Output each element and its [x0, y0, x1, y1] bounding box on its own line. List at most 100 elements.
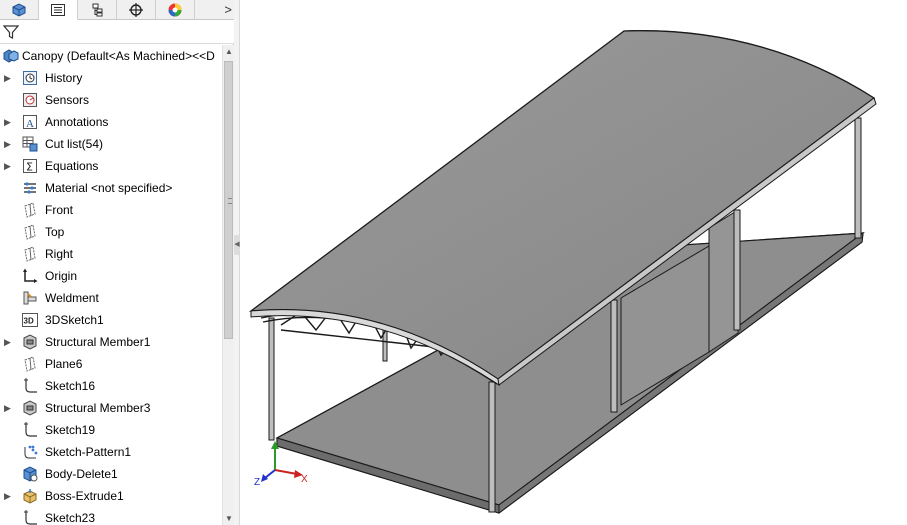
tree-item-body-delete1[interactable]: Body-Delete1: [0, 463, 222, 485]
plane-icon: [21, 245, 39, 263]
tree-item-history[interactable]: ▶ History: [0, 67, 222, 89]
tree-item-label: 3DSketch1: [45, 313, 104, 327]
expand-arrow-icon[interactable]: ▶: [4, 337, 11, 348]
sensors-icon: [21, 91, 39, 109]
plane-icon: [21, 201, 39, 219]
structural-member-icon: [21, 333, 39, 351]
triad-z-label: Z: [254, 477, 260, 488]
tree-item-top[interactable]: Top: [0, 221, 222, 243]
tree-item-annotations[interactable]: ▶ A Annotations: [0, 111, 222, 133]
material-icon: [21, 179, 39, 197]
feature-tree-icon: [12, 3, 26, 17]
tree-item-label: Annotations: [45, 115, 109, 129]
feature-tree: Canopy (Default<As Machined><<D ▶ History…: [0, 45, 222, 525]
tree-item-label: Top: [45, 225, 65, 239]
tree-root-part[interactable]: Canopy (Default<As Machined><<D: [0, 45, 222, 67]
sketch-icon: [21, 421, 39, 439]
tree-item-cut-list-54[interactable]: ▶ Cut list(54): [0, 133, 222, 155]
graphics-area[interactable]: X Z: [241, 0, 907, 525]
expand-arrow-icon[interactable]: ▶: [4, 491, 11, 502]
scroll-down-arrow[interactable]: ▼: [225, 514, 233, 523]
root-part-label: Canopy (Default<As Machined><<D: [22, 49, 215, 63]
tree-scrollbar[interactable]: ▲ ▼: [222, 45, 234, 525]
tree-item-label: Sketch16: [45, 379, 96, 393]
tree-item-label: History: [45, 71, 83, 85]
triad-x-label: X: [301, 474, 308, 485]
part-icon: [2, 47, 20, 65]
tree-item-label: Front: [45, 203, 74, 217]
tree-item-label: Structural Member1: [45, 335, 151, 349]
collapse-panel-handle[interactable]: ◀: [234, 235, 240, 255]
expand-arrow-icon[interactable]: ▶: [4, 403, 11, 414]
tree-item-label: Weldment: [45, 291, 99, 305]
tree-item-equations[interactable]: ▶ Σ Equations: [0, 155, 222, 177]
expand-arrow-icon[interactable]: ▶: [4, 161, 11, 172]
sketch-icon: [21, 509, 39, 525]
tree-item-3dsketch1[interactable]: 3D 3DSketch1: [0, 309, 222, 331]
3d-sketch-icon: 3D: [21, 311, 39, 329]
tree-item-label: Plane6: [45, 357, 83, 371]
extrude-icon: [21, 487, 39, 505]
curved-roof: [248, 30, 877, 387]
tree-item-weldment[interactable]: Weldment: [0, 287, 222, 309]
filter-bar[interactable]: [0, 20, 234, 44]
tree-item-label: Structural Member3: [45, 401, 151, 415]
plane-icon: [21, 223, 39, 241]
tree-item-label: Body-Delete1: [45, 467, 118, 481]
tree-item-origin[interactable]: Origin: [0, 265, 222, 287]
sketch-icon: [21, 377, 39, 395]
expand-arrow-icon[interactable]: ▶: [4, 73, 11, 84]
body-delete-icon: [21, 465, 39, 483]
svg-text:3D: 3D: [24, 317, 34, 326]
feature-manager-panel: > Canopy (Default<As Machined><<D ▶ Histo…: [0, 0, 234, 525]
tree-item-plane6[interactable]: Plane6: [0, 353, 222, 375]
more-tabs-arrow[interactable]: >: [224, 2, 232, 17]
dimxpert-manager-tab[interactable]: [117, 0, 156, 20]
feature-manager-tab[interactable]: [0, 0, 39, 20]
expand-arrow-icon[interactable]: ▶: [4, 139, 11, 150]
annotations-icon: A: [21, 113, 39, 131]
property-manager-tab[interactable]: [39, 0, 78, 20]
canopy-model-view: X Z: [248, 30, 877, 514]
tree-item-structural-member3[interactable]: ▶ Structural Member3: [0, 397, 222, 419]
tree-item-sketch23[interactable]: Sketch23: [0, 507, 222, 525]
scroll-thumb[interactable]: [224, 61, 233, 339]
manager-tab-strip: >: [0, 0, 234, 20]
configuration-icon: [92, 3, 103, 17]
plane-icon: [21, 355, 39, 373]
tree-item-sketch-pattern1[interactable]: Sketch-Pattern1: [0, 441, 222, 463]
scroll-up-arrow[interactable]: ▲: [225, 47, 233, 56]
tree-item-label: Right: [45, 247, 74, 261]
tree-item-sketch16[interactable]: Sketch16: [0, 375, 222, 397]
origin-icon: [21, 267, 39, 285]
tree-item-label: Sensors: [45, 93, 90, 107]
tree-item-label: Sketch-Pattern1: [45, 445, 132, 459]
color-wheel-icon: [168, 3, 182, 17]
tree-item-label: Sketch19: [45, 423, 96, 437]
expand-arrow-icon[interactable]: ▶: [4, 117, 11, 128]
tree-item-structural-member1[interactable]: ▶ Structural Member1: [0, 331, 222, 353]
crosshair-icon: [129, 3, 143, 17]
sketch-pattern-icon: [21, 443, 39, 461]
equations-icon: Σ: [21, 157, 39, 175]
svg-text:Σ: Σ: [26, 161, 33, 174]
filter-icon[interactable]: [3, 24, 19, 40]
structural-member-icon: [21, 399, 39, 417]
property-list-icon: [51, 3, 65, 16]
tree-item-front[interactable]: Front: [0, 199, 222, 221]
tree-item-label: Boss-Extrude1: [45, 489, 124, 503]
tree-item-label: Origin: [45, 269, 78, 283]
tree-item-label: Equations: [45, 159, 99, 173]
display-manager-tab[interactable]: [156, 0, 195, 20]
tree-item-right[interactable]: Right: [0, 243, 222, 265]
tree-item-label: Material <not specified>: [45, 181, 173, 195]
configuration-manager-tab[interactable]: [78, 0, 117, 20]
tree-item-boss-extrude1[interactable]: ▶ Boss-Extrude1: [0, 485, 222, 507]
tree-item-label: Sketch23: [45, 511, 96, 525]
tree-item-sensors[interactable]: Sensors: [0, 89, 222, 111]
history-icon: [21, 69, 39, 87]
panel-splitter[interactable]: ◀: [234, 0, 240, 525]
weldment-icon: [21, 289, 39, 307]
tree-item-sketch19[interactable]: Sketch19: [0, 419, 222, 441]
tree-item-material-not-specified[interactable]: Material <not specified>: [0, 177, 222, 199]
